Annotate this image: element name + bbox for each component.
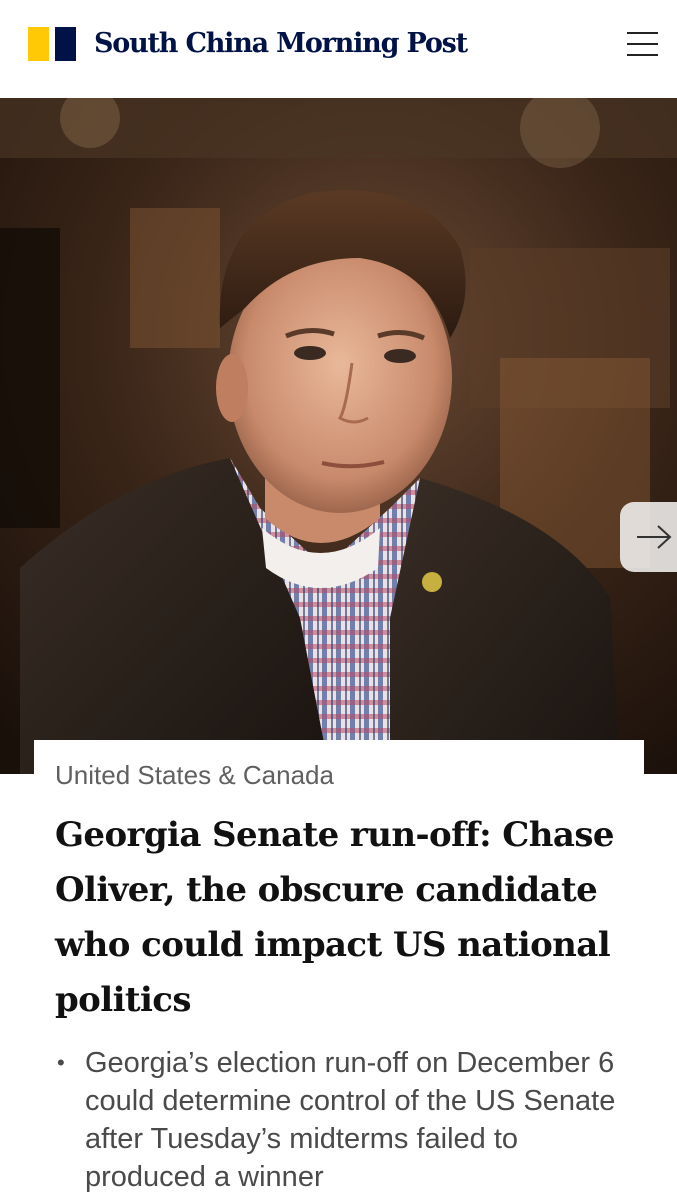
menu-line bbox=[627, 54, 658, 56]
article-headline[interactable]: Georgia Senate run-off: Chase Oliver, th… bbox=[55, 808, 625, 1028]
summary-item: • Georgia’s election run-off on December… bbox=[55, 1044, 630, 1196]
brand-name[interactable]: South China Morning Post bbox=[94, 26, 468, 62]
next-slide-button[interactable] bbox=[620, 502, 677, 572]
hero-photo bbox=[0, 98, 677, 774]
site-header: South China Morning Post bbox=[0, 0, 677, 98]
logo-yellow-bar bbox=[28, 27, 49, 61]
menu-line bbox=[627, 43, 658, 45]
hero-image[interactable] bbox=[0, 98, 677, 774]
arrow-right-icon bbox=[637, 525, 672, 549]
logo-navy-bar bbox=[55, 27, 76, 61]
bullet-icon: • bbox=[57, 1050, 65, 1075]
summary-text: Georgia’s election run-off on December 6… bbox=[85, 1047, 616, 1193]
article-card[interactable]: United States & Canada Georgia Senate ru… bbox=[34, 740, 644, 1200]
section-label[interactable]: United States & Canada bbox=[55, 758, 334, 792]
hamburger-menu-icon[interactable] bbox=[620, 26, 664, 62]
article-summary: • Georgia’s election run-off on December… bbox=[55, 1044, 630, 1196]
menu-line bbox=[627, 32, 658, 34]
scmp-logo-icon[interactable] bbox=[28, 27, 76, 61]
